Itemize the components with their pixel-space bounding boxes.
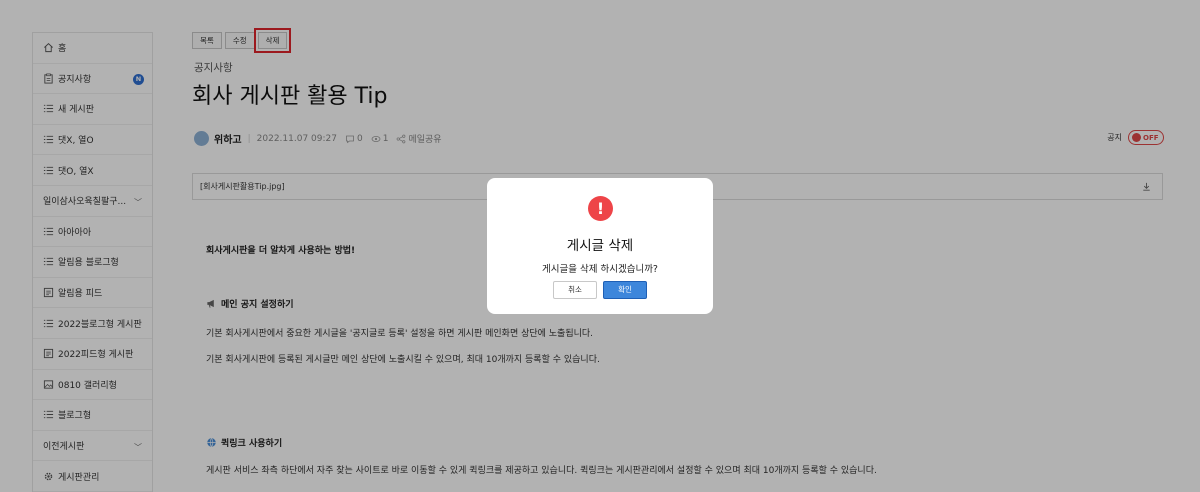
delete-confirm-dialog: ! 게시글 삭제 게시글을 삭제 하시겠습니까? 취소 확인: [487, 178, 713, 314]
dialog-actions: 취소 확인: [487, 281, 713, 299]
confirm-button[interactable]: 확인: [603, 281, 647, 299]
dialog-message: 게시글을 삭제 하시겠습니까?: [542, 264, 658, 275]
alert-icon: !: [588, 196, 613, 221]
cancel-button[interactable]: 취소: [553, 281, 597, 299]
dialog-title: 게시글 삭제: [566, 238, 634, 254]
